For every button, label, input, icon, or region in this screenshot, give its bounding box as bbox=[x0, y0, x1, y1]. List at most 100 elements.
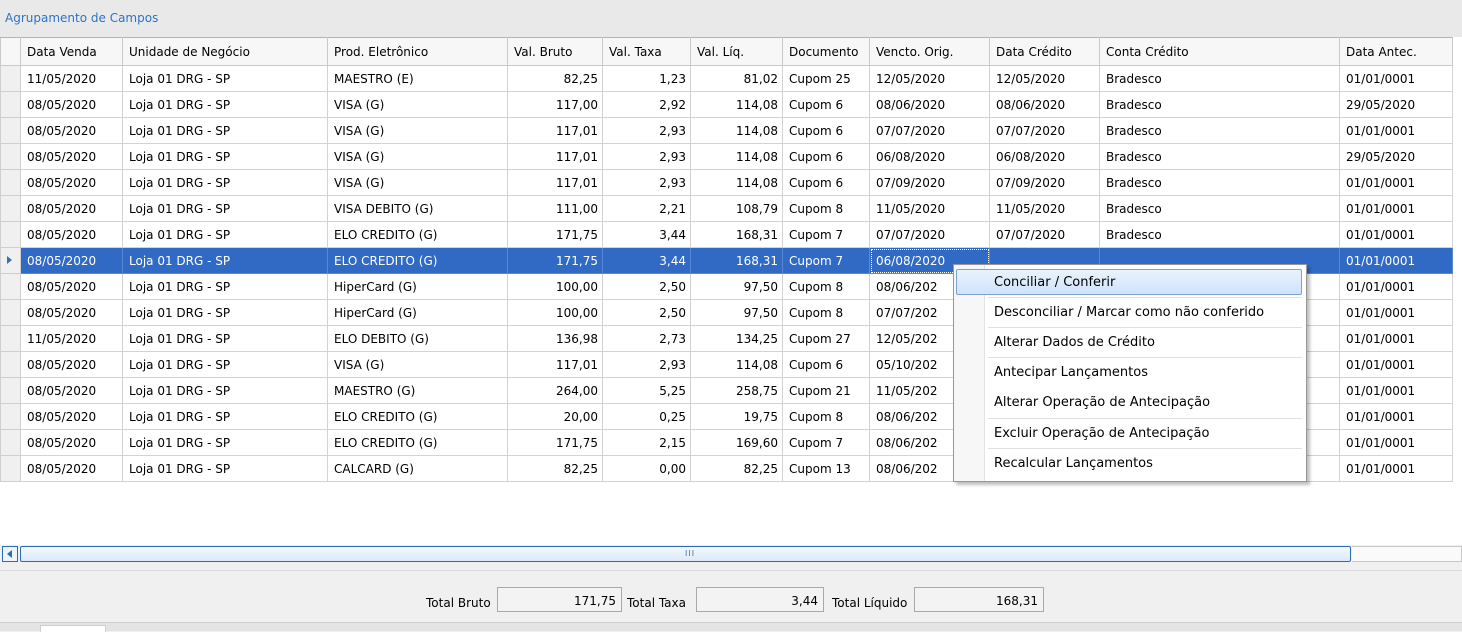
cell-unidade-negocio[interactable]: Loja 01 DRG - SP bbox=[122, 117, 328, 144]
column-header-data-antec[interactable]: Data Antec. bbox=[1339, 37, 1453, 66]
cell-data-antec[interactable]: 01/01/0001 bbox=[1339, 195, 1453, 222]
cell-data-venda[interactable]: 08/05/2020 bbox=[20, 351, 123, 378]
cell-val-liq[interactable]: 97,50 bbox=[690, 299, 783, 326]
menu-item-antecipar[interactable]: Antecipar Lançamentos bbox=[956, 359, 1302, 385]
cell-unidade-negocio[interactable]: Loja 01 DRG - SP bbox=[122, 325, 328, 352]
cell-data-antec[interactable]: 29/05/2020 bbox=[1339, 91, 1453, 118]
cell-unidade-negocio[interactable]: Loja 01 DRG - SP bbox=[122, 351, 328, 378]
cell-val-bruto[interactable]: 82,25 bbox=[507, 65, 603, 92]
cell-prod-eletronico[interactable]: VISA (G) bbox=[327, 117, 508, 144]
cell-val-taxa[interactable]: 2,15 bbox=[602, 429, 691, 456]
cell-val-bruto[interactable]: 82,25 bbox=[507, 455, 603, 482]
column-header-val-bruto[interactable]: Val. Bruto bbox=[507, 37, 603, 66]
cell-val-bruto[interactable]: 171,75 bbox=[507, 429, 603, 456]
cell-val-liq[interactable]: 114,08 bbox=[690, 351, 783, 378]
cell-data-venda[interactable]: 08/05/2020 bbox=[20, 195, 123, 222]
cell-documento[interactable]: Cupom 6 bbox=[782, 91, 870, 118]
column-header-data-credito[interactable]: Data Crédito bbox=[989, 37, 1100, 66]
cell-vencto-orig[interactable]: 08/06/2020 bbox=[869, 91, 990, 118]
cell-data-credito[interactable]: 11/05/2020 bbox=[989, 195, 1100, 222]
cell-val-liq[interactable]: 258,75 bbox=[690, 377, 783, 404]
cell-val-bruto[interactable]: 136,98 bbox=[507, 325, 603, 352]
row-indicator[interactable] bbox=[0, 351, 21, 378]
table-row[interactable]: 11/05/2020 Loja 01 DRG - SP MAESTRO (E) 82,… bbox=[0, 65, 1453, 92]
cell-val-bruto[interactable]: 111,00 bbox=[507, 195, 603, 222]
row-indicator[interactable] bbox=[0, 91, 21, 118]
cell-prod-eletronico[interactable]: MAESTRO (G) bbox=[327, 377, 508, 404]
cell-prod-eletronico[interactable]: VISA DEBITO (G) bbox=[327, 195, 508, 222]
cell-unidade-negocio[interactable]: Loja 01 DRG - SP bbox=[122, 195, 328, 222]
cell-conta-credito[interactable]: Bradesco bbox=[1099, 169, 1340, 196]
cell-prod-eletronico[interactable]: HiperCard (G) bbox=[327, 299, 508, 326]
cell-documento[interactable]: Cupom 6 bbox=[782, 351, 870, 378]
menu-item-recalcular[interactable]: Recalcular Lançamentos bbox=[956, 450, 1302, 476]
cell-unidade-negocio[interactable]: Loja 01 DRG - SP bbox=[122, 91, 328, 118]
cell-documento[interactable]: Cupom 6 bbox=[782, 169, 870, 196]
cell-unidade-negocio[interactable]: Loja 01 DRG - SP bbox=[122, 455, 328, 482]
row-indicator[interactable] bbox=[0, 429, 21, 456]
cell-data-credito[interactable]: 06/08/2020 bbox=[989, 143, 1100, 170]
menu-item-conciliar[interactable]: Conciliar / Conferir bbox=[956, 269, 1302, 295]
cell-unidade-negocio[interactable]: Loja 01 DRG - SP bbox=[122, 429, 328, 456]
cell-data-antec[interactable]: 01/01/0001 bbox=[1339, 429, 1453, 456]
row-indicator[interactable] bbox=[0, 299, 21, 326]
cell-data-venda[interactable]: 08/05/2020 bbox=[20, 273, 123, 300]
cell-val-taxa[interactable]: 1,23 bbox=[602, 65, 691, 92]
cell-val-liq[interactable]: 114,08 bbox=[690, 91, 783, 118]
cell-vencto-orig[interactable]: 11/05/2020 bbox=[869, 195, 990, 222]
row-indicator[interactable] bbox=[0, 169, 21, 196]
cell-prod-eletronico[interactable]: ELO CREDITO (G) bbox=[327, 221, 508, 248]
cell-val-liq[interactable]: 82,25 bbox=[690, 455, 783, 482]
cell-val-bruto[interactable]: 171,75 bbox=[507, 221, 603, 248]
table-row[interactable]: 08/05/2020 Loja 01 DRG - SP VISA (G) 117,01… bbox=[0, 143, 1453, 170]
cell-prod-eletronico[interactable]: ELO CREDITO (G) bbox=[327, 247, 508, 274]
cell-val-bruto[interactable]: 117,01 bbox=[507, 351, 603, 378]
cell-data-venda[interactable]: 08/05/2020 bbox=[20, 143, 123, 170]
cell-data-venda[interactable]: 08/05/2020 bbox=[20, 169, 123, 196]
cell-val-taxa[interactable]: 2,50 bbox=[602, 299, 691, 326]
cell-data-venda[interactable]: 08/05/2020 bbox=[20, 429, 123, 456]
cell-val-taxa[interactable]: 2,93 bbox=[602, 143, 691, 170]
cell-data-antec[interactable]: 29/05/2020 bbox=[1339, 143, 1453, 170]
cell-unidade-negocio[interactable]: Loja 01 DRG - SP bbox=[122, 299, 328, 326]
cell-val-bruto[interactable]: 117,00 bbox=[507, 91, 603, 118]
cell-data-venda[interactable]: 08/05/2020 bbox=[20, 455, 123, 482]
cell-val-taxa[interactable]: 2,50 bbox=[602, 273, 691, 300]
row-indicator[interactable] bbox=[0, 221, 21, 248]
cell-data-antec[interactable]: 01/01/0001 bbox=[1339, 273, 1453, 300]
cell-unidade-negocio[interactable]: Loja 01 DRG - SP bbox=[122, 403, 328, 430]
table-row[interactable]: 08/05/2020 Loja 01 DRG - SP ELO CREDITO (G… bbox=[0, 221, 1453, 248]
cell-val-taxa[interactable]: 2,92 bbox=[602, 91, 691, 118]
column-header-documento[interactable]: Documento bbox=[782, 37, 870, 66]
table-row[interactable]: 08/05/2020 Loja 01 DRG - SP VISA (G) 117,01… bbox=[0, 169, 1453, 196]
cell-val-taxa[interactable]: 2,21 bbox=[602, 195, 691, 222]
cell-unidade-negocio[interactable]: Loja 01 DRG - SP bbox=[122, 377, 328, 404]
cell-vencto-orig[interactable]: 07/09/2020 bbox=[869, 169, 990, 196]
cell-data-credito[interactable]: 07/07/2020 bbox=[989, 221, 1100, 248]
cell-val-bruto[interactable]: 117,01 bbox=[507, 117, 603, 144]
cell-data-venda[interactable]: 08/05/2020 bbox=[20, 221, 123, 248]
row-indicator[interactable] bbox=[0, 247, 21, 274]
cell-vencto-orig[interactable]: 07/07/2020 bbox=[869, 221, 990, 248]
cell-val-liq[interactable]: 108,79 bbox=[690, 195, 783, 222]
cell-val-liq[interactable]: 97,50 bbox=[690, 273, 783, 300]
cell-data-antec[interactable]: 01/01/0001 bbox=[1339, 247, 1453, 274]
cell-documento[interactable]: Cupom 6 bbox=[782, 143, 870, 170]
menu-item-desconciliar[interactable]: Desconciliar / Marcar como não conferido bbox=[956, 299, 1302, 325]
cell-data-antec[interactable]: 01/01/0001 bbox=[1339, 169, 1453, 196]
cell-documento[interactable]: Cupom 8 bbox=[782, 403, 870, 430]
cell-unidade-negocio[interactable]: Loja 01 DRG - SP bbox=[122, 143, 328, 170]
horizontal-scrollbar[interactable]: III bbox=[0, 545, 1462, 565]
column-header-prod-eletronico[interactable]: Prod. Eletrônico bbox=[327, 37, 508, 66]
column-header-data-venda[interactable]: Data Venda bbox=[20, 37, 123, 66]
cell-conta-credito[interactable]: Bradesco bbox=[1099, 65, 1340, 92]
row-indicator[interactable] bbox=[0, 403, 21, 430]
cell-conta-credito[interactable]: Bradesco bbox=[1099, 143, 1340, 170]
cell-val-taxa[interactable]: 2,73 bbox=[602, 325, 691, 352]
cell-val-bruto[interactable]: 100,00 bbox=[507, 299, 603, 326]
cell-data-antec[interactable]: 01/01/0001 bbox=[1339, 351, 1453, 378]
cell-documento[interactable]: Cupom 21 bbox=[782, 377, 870, 404]
cell-prod-eletronico[interactable]: VISA (G) bbox=[327, 91, 508, 118]
row-indicator[interactable] bbox=[0, 377, 21, 404]
cell-val-taxa[interactable]: 0,00 bbox=[602, 455, 691, 482]
